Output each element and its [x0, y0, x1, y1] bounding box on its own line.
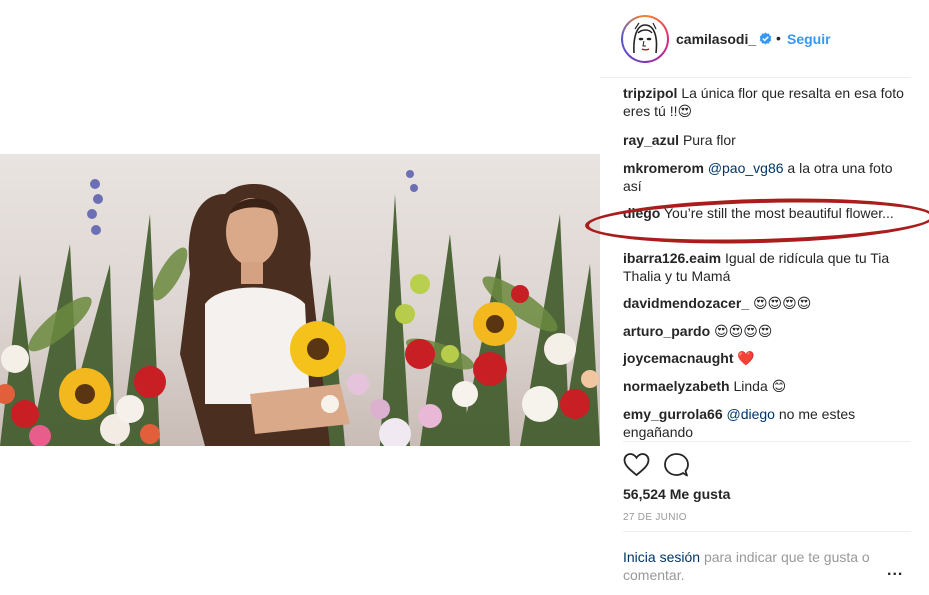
avatar-illustration	[625, 19, 665, 59]
verified-badge-icon	[759, 32, 772, 45]
comment-username[interactable]: davidmendozacer_	[623, 295, 749, 311]
list-item: normaelyzabeth Linda 😊	[623, 377, 911, 395]
list-item: joycemacnaught ❤️	[623, 349, 911, 367]
comment-username[interactable]: ray_azul	[623, 132, 679, 148]
likes-count[interactable]: 56,524 Me gusta	[623, 486, 730, 502]
comment-text: ❤️	[737, 350, 755, 366]
list-item: ray_azul Pura flor	[623, 131, 911, 149]
post-side-panel: camilasodi_ • Seguir tripzipol La única …	[584, 0, 929, 595]
header-username[interactable]: camilasodi_	[676, 31, 756, 47]
comment-username[interactable]: normaelyzabeth	[623, 378, 730, 394]
comment-mention[interactable]: @pao_vg86	[708, 160, 784, 176]
comment-text: Linda 😊	[733, 378, 787, 394]
divider	[623, 441, 911, 442]
login-prompt: Inicia sesión para indicar que te gusta …	[623, 548, 883, 584]
comment-mention[interactable]: @diego	[727, 406, 775, 422]
comment-text: Pura flor	[682, 132, 736, 148]
comment-username[interactable]: emy_gurrola66	[623, 406, 723, 422]
avatar[interactable]	[621, 15, 669, 63]
list-item: mkromerom @pao_vg86 a la otra una foto a…	[623, 159, 911, 195]
comment-username[interactable]: joycemacnaught	[623, 350, 733, 366]
highlight-ellipse	[584, 194, 929, 248]
comment-text: 😍😍😍😍	[752, 295, 812, 311]
list-item: ibarra126.eaim Igual de ridícula que tu …	[623, 249, 911, 285]
comment-username[interactable]: tripzipol	[623, 85, 677, 101]
post-date: 27 DE JUNIO	[623, 512, 687, 523]
list-item: davidmendozacer_ 😍😍😍😍	[623, 294, 911, 312]
comment-text: 😍😍😍😍	[714, 323, 773, 339]
post-photo	[0, 154, 600, 446]
list-item: tripzipol La única flor que resalta en e…	[623, 84, 911, 120]
comment-username[interactable]: mkromerom	[623, 160, 704, 176]
follow-button[interactable]: Seguir	[787, 31, 831, 47]
list-item: arturo_pardo 😍😍😍😍	[623, 322, 911, 340]
comment-username[interactable]: arturo_pardo	[623, 323, 710, 339]
header-separator: •	[776, 30, 781, 46]
list-item: emy_gurrola66 @diego no me estes engañan…	[623, 405, 911, 441]
speech-bubble-icon[interactable]	[663, 452, 690, 478]
flowers-photo-illustration	[0, 170, 600, 446]
heart-outline-icon[interactable]	[623, 452, 650, 478]
post-header: camilasodi_ • Seguir	[600, 0, 911, 78]
divider	[623, 531, 911, 532]
comment-username[interactable]: ibarra126.eaim	[623, 250, 721, 266]
login-link[interactable]: Inicia sesión	[623, 549, 700, 565]
more-options-button[interactable]: ...	[887, 562, 903, 580]
